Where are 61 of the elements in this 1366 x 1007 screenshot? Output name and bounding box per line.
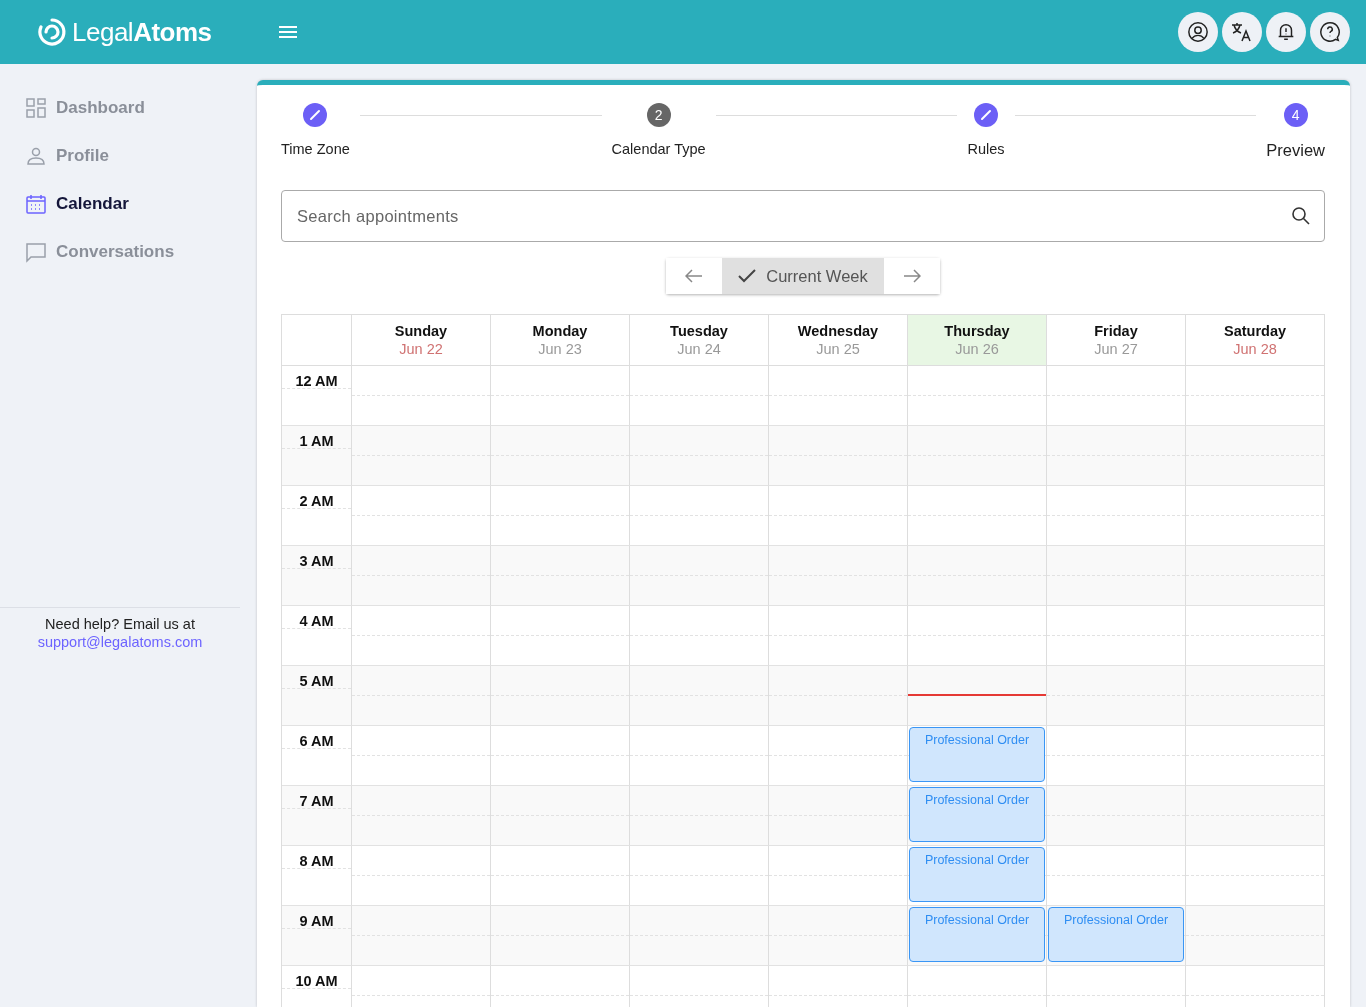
day-date: Jun 27 <box>1094 341 1138 357</box>
logo-text: LegalAtoms <box>72 16 212 48</box>
day-date: Jun 24 <box>677 341 721 357</box>
edit-step-icon[interactable] <box>303 103 328 127</box>
edit-step-icon[interactable] <box>973 103 998 127</box>
grid-icon <box>25 97 47 119</box>
day-date: Jun 22 <box>399 341 443 357</box>
sidebar-item[interactable]: Profile <box>25 132 240 180</box>
help-button[interactable] <box>1310 12 1350 52</box>
chat-icon <box>25 241 47 263</box>
step-number[interactable]: 2 <box>646 103 671 127</box>
day-name: Friday <box>1094 323 1138 339</box>
hour-label: 12 AM <box>282 366 352 426</box>
account-button[interactable] <box>1178 12 1218 52</box>
hour-label: 6 AM <box>282 726 352 786</box>
support-email-link[interactable]: support@legalatoms.com <box>37 634 203 650</box>
step-label: Preview <box>1266 141 1325 160</box>
step-label: Rules <box>967 141 1005 157</box>
day-date: Jun 28 <box>1233 341 1277 357</box>
current-week-button[interactable]: Current Week <box>722 258 884 294</box>
hour-label: 1 AM <box>282 426 352 486</box>
hour-label: 3 AM <box>282 546 352 606</box>
time-slot[interactable] <box>908 666 1047 726</box>
left-arrow-icon <box>685 269 704 283</box>
day-name: Monday <box>532 323 588 339</box>
day-name: Wednesday <box>797 323 879 339</box>
day-name: Saturday <box>1223 323 1287 339</box>
step-label: Calendar Type <box>611 141 706 157</box>
hour-label: 2 AM <box>282 486 352 546</box>
day-date: Jun 23 <box>538 341 582 357</box>
translate-button[interactable] <box>1222 12 1262 52</box>
day-name: Sunday <box>394 323 448 339</box>
hour-label: 4 AM <box>282 606 352 666</box>
sidebar-item[interactable]: Dashboard <box>25 84 240 132</box>
step-number[interactable]: 4 <box>1283 103 1308 127</box>
day-date: Jun 25 <box>816 341 860 357</box>
check-icon <box>738 269 757 283</box>
day-name: Thursday <box>944 323 1010 339</box>
hour-label: 9 AM <box>282 906 352 966</box>
hour-label: 8 AM <box>282 846 352 906</box>
day-name: Tuesday <box>670 323 728 339</box>
help-icon <box>1319 21 1341 43</box>
hour-label: 7 AM <box>282 786 352 846</box>
hour-label: 10 AM <box>282 966 352 1007</box>
logo-icon <box>36 16 68 48</box>
previous-week-button[interactable] <box>666 258 723 294</box>
day-date: Jun 26 <box>955 341 999 357</box>
notifications-button[interactable] <box>1266 12 1306 52</box>
account-icon <box>1187 21 1209 43</box>
hour-label: 5 AM <box>282 666 352 726</box>
search-field[interactable]: Search appointments <box>281 190 1325 242</box>
sidebar-item[interactable]: Conversations <box>25 228 240 276</box>
sidebar-item[interactable]: Calendar <box>25 180 240 228</box>
step-label: Time Zone <box>281 141 350 157</box>
calendar-icon <box>25 193 47 215</box>
right-arrow-icon <box>902 269 921 283</box>
help-text: Need help? Email us at <box>45 616 195 632</box>
person-icon <box>25 145 47 167</box>
translate-icon <box>1230 20 1254 44</box>
search-icon <box>1291 206 1311 226</box>
next-week-button[interactable] <box>883 258 940 294</box>
